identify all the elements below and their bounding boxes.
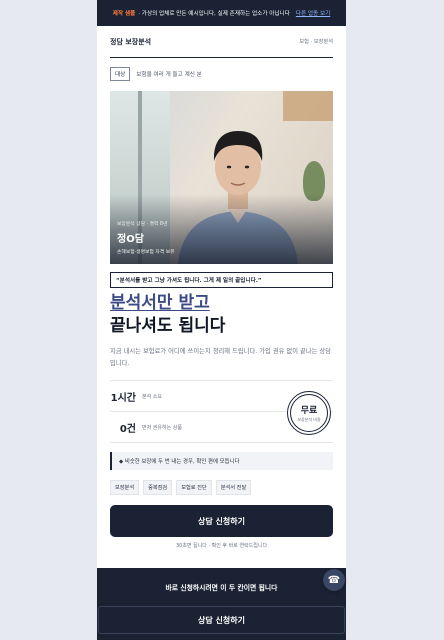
sticky-apply-button[interactable]: 상담 신청하기 (98, 606, 345, 634)
chip: 보장분석 (110, 480, 140, 495)
stat-label: 분석 소요 (142, 393, 162, 400)
stat-label: 먼저 권유하는 상품 (142, 424, 182, 431)
free-badge-subtitle: 보장분석 비용 (297, 417, 321, 422)
consultant-name: 정O담 (117, 234, 144, 245)
sample-badge: 제작 샘플 (112, 11, 136, 17)
chip: 중복점검 (143, 480, 173, 495)
tag-chips: 보장분석 중복점검 보험료 진단 분석서 전달 (110, 480, 333, 495)
bottom-bar-message: 바로 신청하시려면 이 두 칸이면 됩니다 (165, 584, 278, 592)
chip: 분석서 전달 (215, 480, 252, 495)
target-text: 보험을 여러 개 들고 계신 분 (136, 72, 202, 78)
main-content: 정담 보장분석 보험 · 보장분석 대상 보험을 여러 개 들고 계신 분 보장… (97, 26, 346, 549)
consultant-photo: 보장분석 상담 · 경력 8년 정O담 손해보험·생명보험 자격 보유 (110, 91, 333, 264)
quote-box: “분석서를 받고 그냥 가셔도 됩니다. 그게 제 일의 끝입니다.” (110, 272, 333, 288)
stat-value: 0건 (119, 423, 136, 435)
phone-icon[interactable]: ☎ (323, 569, 345, 591)
stats-section: 1시간 분석 소요 0건 먼저 권유하는 상품 무료 보장분석 비용 (110, 380, 333, 444)
target-row: 대상 보험을 여러 개 들고 계신 분 (110, 67, 333, 81)
chip: 보험료 진단 (176, 480, 212, 495)
headline-line1: 분석서만 받고 (110, 293, 210, 313)
target-tag: 대상 (110, 67, 131, 81)
stat-value: 1시간 (110, 392, 136, 404)
sample-banner-text: · 가상의 업체로 만든 예시입니다, 실제 존재하는 업소가 아닙니다 (138, 11, 290, 17)
notice-box: ◆ 비슷한 보장에 두 번 내는 경우, 확인 편에 모듭니다 (110, 452, 333, 470)
sample-banner: 제작 샘플 · 가상의 업체로 만든 예시입니다, 실제 존재하는 업소가 아닙… (97, 0, 346, 26)
page-header: 정담 보장분석 보험 · 보장분석 (110, 26, 333, 58)
page-frame: 제작 샘플 · 가상의 업체로 만든 예시입니다, 실제 존재하는 업소가 아닙… (97, 0, 346, 640)
consultant-meta: 보장분석 상담 · 경력 8년 정O담 손해보험·생명보험 자격 보유 (117, 220, 175, 255)
consultant-role: 보장분석 상담 · 경력 8년 (117, 222, 168, 227)
consultant-cert: 손해보험·생명보험 자격 보유 (117, 250, 175, 255)
other-industry-link[interactable]: 다른 업종 보기 (296, 9, 330, 17)
description: 지금 내시는 보험료가 어디에 쓰이는지 정리해 드립니다. 가입 권유 없이 … (110, 348, 331, 367)
headline-line2: 끝나셔도 됩니다 (110, 316, 226, 336)
brand-title[interactable]: 정담 보장분석 (110, 37, 151, 47)
free-badge: 무료 보장분석 비용 (287, 391, 331, 435)
apply-note: 30초면 됩니다 · 확인 후 바로 연락드립니다 (175, 543, 268, 549)
apply-button[interactable]: 상담 신청하기 (110, 505, 333, 537)
free-badge-title: 무료 (300, 406, 318, 416)
breadcrumb: 보험 · 보장분석 (299, 39, 333, 45)
